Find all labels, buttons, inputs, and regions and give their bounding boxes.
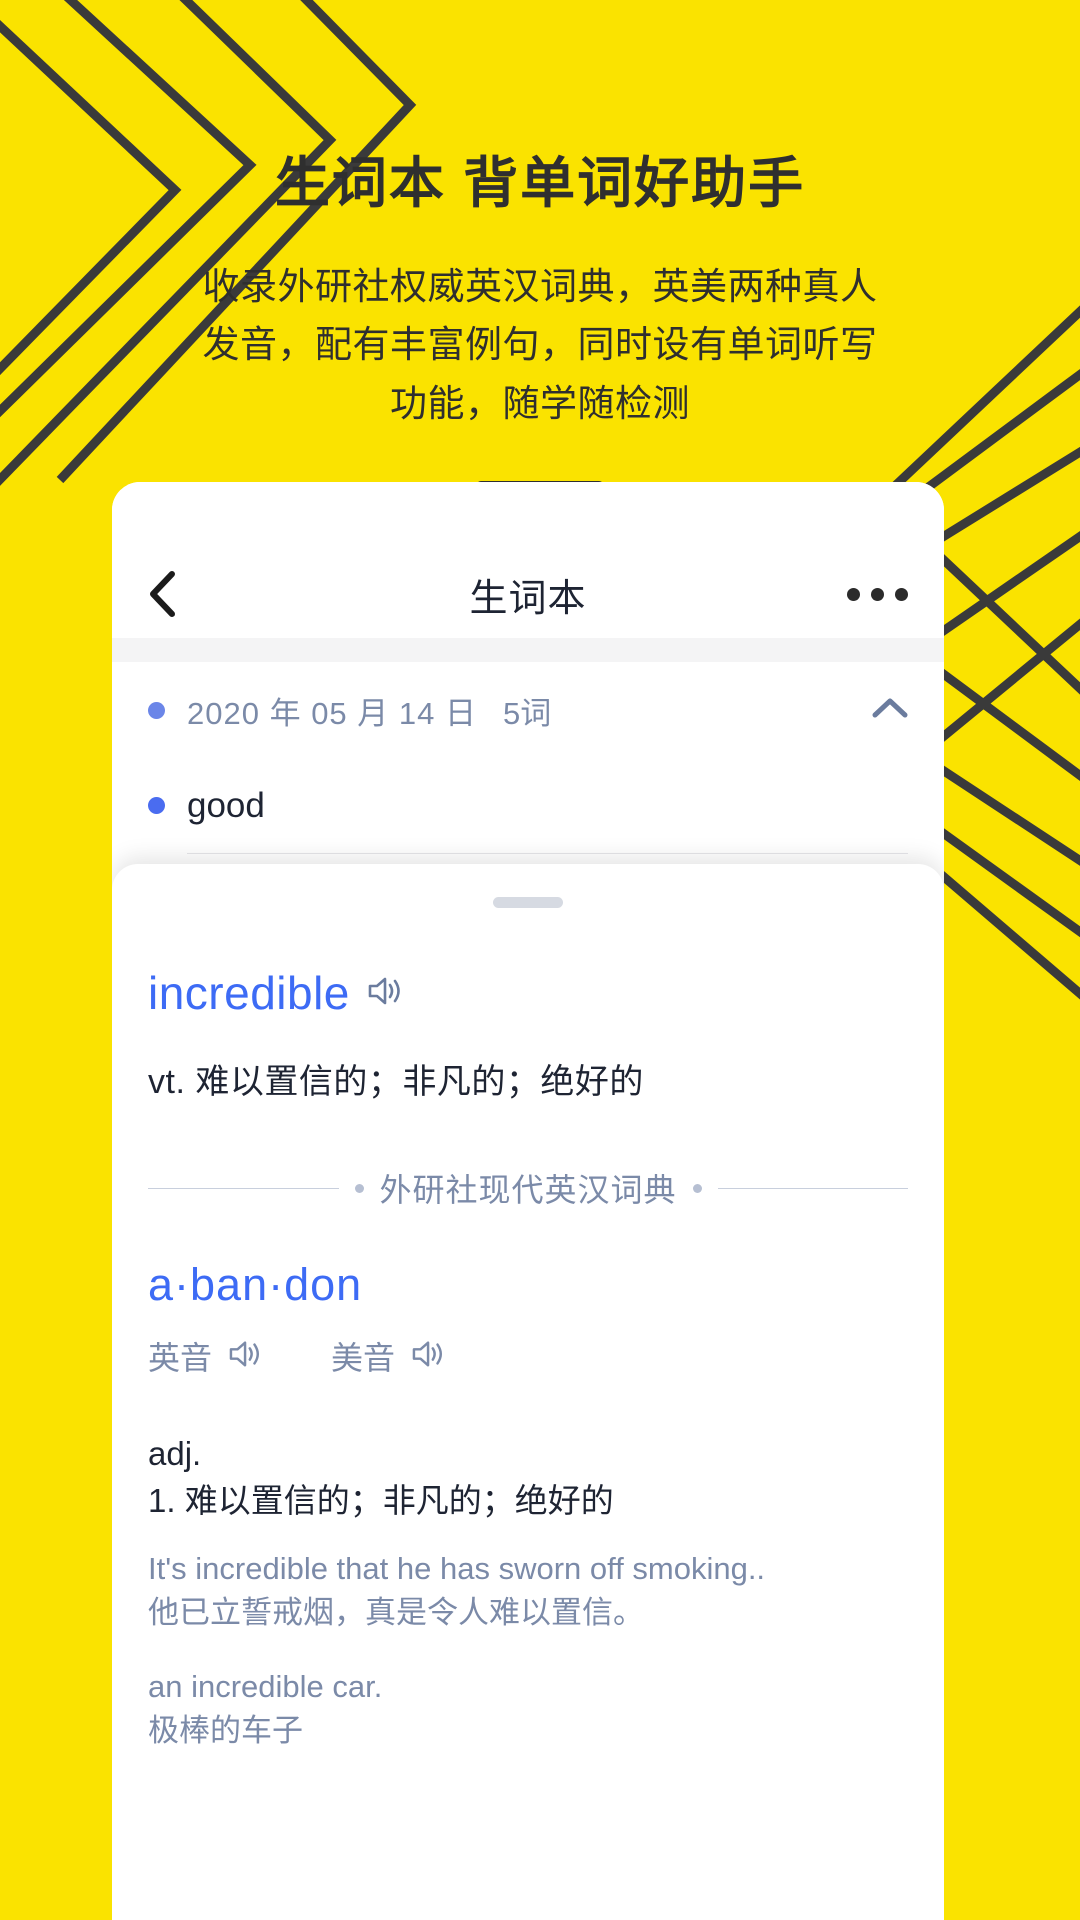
sheet-drag-handle[interactable] xyxy=(493,897,563,908)
promo-block: 生词本 背单词好助手 收录外研社权威英汉词典，英美两种真人发音，配有丰富例句，同… xyxy=(0,0,1080,495)
speaker-icon xyxy=(227,1338,265,1375)
word-bullet-icon xyxy=(148,797,165,814)
phone-mockup: 生词本 2020 年 05 月 14 日 5词 good incredible xyxy=(112,482,944,1920)
word-label: good xyxy=(187,785,265,825)
sheet-definition: vt. 难以置信的；非凡的；绝好的 xyxy=(148,1063,644,1101)
speaker-icon xyxy=(410,1338,448,1375)
divider-node xyxy=(692,1183,702,1193)
example-item: an incredible car. 极棒的车子 xyxy=(148,1665,908,1753)
sense-text: 1. 难以置信的；非凡的；绝好的 xyxy=(148,1481,614,1519)
example-chinese: 极棒的车子 xyxy=(148,1712,303,1748)
divider-line xyxy=(148,1187,339,1189)
pronunciation-row: 英音 美音 xyxy=(148,1333,908,1379)
example-english: It's incredible that he has sworn off sm… xyxy=(148,1550,766,1586)
more-dot xyxy=(847,587,860,601)
wordbook-group-header[interactable]: 2020 年 05 月 14 日 5词 xyxy=(148,662,908,758)
divider-line xyxy=(717,1187,909,1189)
sheet-headword: incredible xyxy=(148,967,350,1019)
navbar-divider xyxy=(112,638,944,662)
speaker-icon[interactable] xyxy=(366,974,406,1013)
entry-headword: a·ban·don xyxy=(148,1259,363,1310)
group-date: 2020 年 05 月 14 日 xyxy=(187,695,477,731)
dictionary-source-divider: 外研社现代英汉词典 xyxy=(148,1165,909,1211)
pronunciation-us[interactable]: 美音 xyxy=(331,1333,448,1379)
example-chinese: 他已立誓戒烟，真是令人难以置信。 xyxy=(148,1594,644,1630)
collapse-toggle[interactable] xyxy=(872,697,908,724)
divider-node xyxy=(354,1183,364,1193)
app-navbar: 生词本 xyxy=(112,550,944,638)
part-of-speech: adj. xyxy=(148,1435,202,1472)
more-horizontal-icon[interactable] xyxy=(847,587,908,601)
definition-sheet: incredible vt. 难以置信的；非凡的；绝好的 外研社现代英汉词典 a… xyxy=(112,864,944,1920)
list-item[interactable]: good xyxy=(148,758,908,853)
example-english: an incredible car. xyxy=(148,1668,383,1704)
page-title: 生词本 背单词好助手 xyxy=(274,152,806,214)
more-dot xyxy=(871,587,884,601)
pronunciation-uk[interactable]: 英音 xyxy=(148,1333,265,1379)
promo-subtitle: 收录外研社权威英汉词典，英美两种真人发音，配有丰富例句，同时设有单词听写功能，随… xyxy=(202,266,878,424)
chevron-up-icon xyxy=(872,698,908,717)
status-bar-spacer xyxy=(112,482,944,550)
example-item: It's incredible that he has sworn off sm… xyxy=(148,1547,908,1635)
pronunciation-us-label: 美音 xyxy=(331,1340,396,1376)
dictionary-source-name: 外研社现代英汉词典 xyxy=(379,1172,677,1208)
sheet-headword-row: incredible xyxy=(148,966,908,1020)
navbar-title: 生词本 xyxy=(469,577,587,620)
pronunciation-uk-label: 英音 xyxy=(148,1340,213,1376)
group-bullet-icon xyxy=(148,701,165,719)
group-word-count: 5词 xyxy=(503,695,552,731)
more-dot xyxy=(895,587,908,601)
